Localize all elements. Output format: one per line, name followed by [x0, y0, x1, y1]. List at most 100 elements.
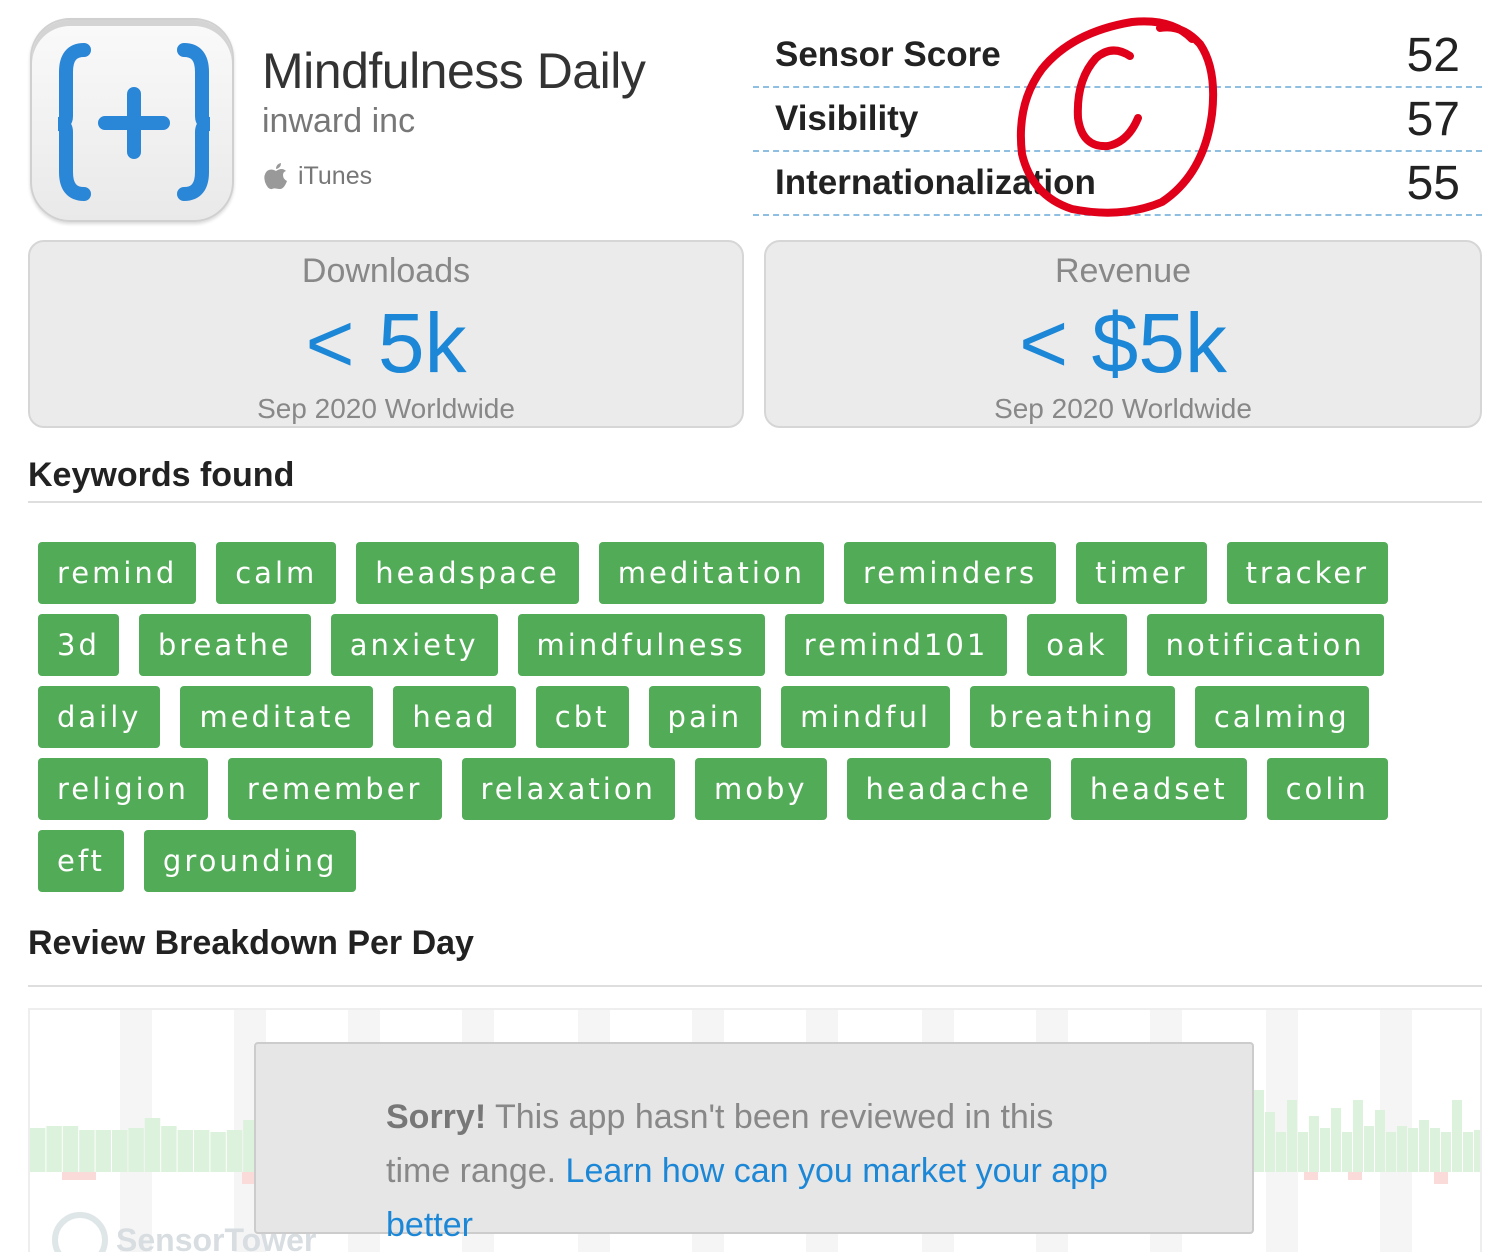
chart-bar — [177, 1130, 193, 1172]
bracket-plus-icon — [57, 43, 211, 201]
revenue-heading: Revenue — [1054, 252, 1192, 290]
keyword-chip[interactable]: remind101 — [784, 614, 1008, 676]
keywords-title: Keywords found — [28, 456, 295, 494]
apple-icon — [264, 163, 287, 190]
reviews-title: Review Breakdown Per Day — [28, 924, 474, 962]
revenue-value: < $5k — [1019, 296, 1227, 390]
no-reviews-notice: Sorry! This app hasn't been reviewed in … — [254, 1042, 1254, 1244]
chart-bar — [226, 1130, 243, 1172]
chart-bar — [1342, 1132, 1352, 1172]
chart-bar — [144, 1118, 161, 1172]
notice-sorry: Sorry! — [386, 1098, 487, 1136]
score-value: 52 — [1406, 28, 1460, 82]
keyword-chip[interactable]: headache — [846, 758, 1051, 820]
keyword-chip[interactable]: colin — [1266, 758, 1388, 820]
score-label: Visibility — [775, 99, 919, 138]
chart-bar — [210, 1132, 226, 1172]
score-value: 57 — [1406, 92, 1460, 146]
score-row-visibility: Visibility 57 — [753, 88, 1482, 152]
score-label: Internationalization — [775, 163, 1096, 202]
downloads-period: Sep 2020 Worldwide — [257, 393, 515, 424]
chart-bar — [46, 1126, 62, 1172]
downloads-card: Downloads < 5k Sep 2020 Worldwide — [28, 240, 744, 428]
keyword-chip[interactable]: headspace — [356, 542, 579, 604]
scores-panel: Sensor Score 52 Visibility 57 Internatio… — [753, 24, 1482, 216]
chart-bar — [161, 1126, 177, 1172]
downloads-value: < 5k — [305, 296, 467, 390]
keyword-chip[interactable]: notification — [1146, 614, 1384, 676]
keyword-chip[interactable]: tracker — [1226, 542, 1389, 604]
chart-negative-bar — [242, 1172, 254, 1184]
keyword-chip[interactable]: moby — [694, 758, 827, 820]
chart-bar — [1430, 1128, 1440, 1172]
chart-bar — [1309, 1116, 1319, 1172]
chart-bar — [128, 1128, 144, 1172]
chart-bar — [1254, 1090, 1264, 1172]
chart-bar — [112, 1130, 128, 1172]
chart-bar — [1419, 1120, 1429, 1172]
keyword-chip[interactable]: headset — [1070, 758, 1247, 820]
downloads-heading: Downloads — [301, 252, 471, 290]
chart-bar — [1452, 1100, 1462, 1172]
keyword-chip[interactable]: 3d — [38, 614, 119, 676]
chart-negative-bar — [1348, 1172, 1362, 1180]
chart-bar — [1364, 1126, 1374, 1172]
chart-bar — [1353, 1100, 1363, 1172]
keyword-chip[interactable]: anxiety — [330, 614, 498, 676]
chart-negative-bar — [1304, 1172, 1318, 1180]
keyword-chip[interactable]: grounding — [143, 830, 357, 892]
chart-bar — [79, 1130, 95, 1172]
sensortower-logo-icon — [52, 1212, 108, 1252]
chart-bar — [1331, 1108, 1341, 1172]
store-label: iTunes — [262, 160, 372, 192]
keyword-chip[interactable]: daily — [38, 686, 161, 748]
keyword-chip[interactable]: religion — [38, 758, 208, 820]
chart-bar — [1265, 1112, 1275, 1172]
chart-bar — [1298, 1132, 1308, 1172]
keyword-chip[interactable]: mindful — [781, 686, 950, 748]
chart-negative-bar — [1434, 1172, 1448, 1184]
keyword-chip[interactable]: eft — [38, 830, 124, 892]
chart-bar — [1375, 1110, 1385, 1172]
keyword-chip[interactable]: cbt — [535, 686, 629, 748]
keyword-chip[interactable]: breathing — [969, 686, 1175, 748]
score-label: Sensor Score — [775, 35, 1001, 74]
divider — [28, 985, 1482, 987]
chart-bar — [30, 1128, 46, 1172]
keyword-chip[interactable]: meditate — [180, 686, 374, 748]
chart-bar — [95, 1130, 111, 1172]
chart-bar — [1320, 1128, 1330, 1172]
app-icon — [30, 18, 234, 222]
chart-bar — [62, 1126, 79, 1172]
keyword-chip[interactable]: calm — [216, 542, 337, 604]
keyword-chip[interactable]: calming — [1194, 686, 1369, 748]
chart-bar — [1474, 1130, 1480, 1172]
app-developer[interactable]: inward inc — [262, 102, 415, 141]
keyword-chip[interactable]: head — [393, 686, 516, 748]
keyword-list: remind calm headspace meditation reminders ti… — [38, 542, 1488, 902]
divider — [28, 501, 1482, 503]
chart-bar — [1276, 1132, 1286, 1172]
keyword-chip[interactable]: reminders — [844, 542, 1057, 604]
keyword-chip[interactable]: remind — [38, 542, 197, 604]
app-title: Mindfulness Daily — [262, 43, 646, 99]
keyword-chip[interactable]: pain — [648, 686, 762, 748]
store-name: iTunes — [298, 161, 373, 190]
chart-bar — [194, 1130, 210, 1172]
keyword-chip[interactable]: meditation — [598, 542, 824, 604]
keyword-chip[interactable]: breathe — [138, 614, 311, 676]
keyword-chip[interactable]: timer — [1076, 542, 1207, 604]
score-row-internationalization: Internationalization 55 — [753, 152, 1482, 216]
keyword-chip[interactable]: oak — [1027, 614, 1127, 676]
chart-bar — [1397, 1126, 1407, 1172]
keyword-chip[interactable]: remember — [227, 758, 442, 820]
revenue-period: Sep 2020 Worldwide — [994, 393, 1252, 424]
chart-bar — [1463, 1132, 1473, 1172]
chart-bar — [1386, 1132, 1396, 1172]
score-row-sensor: Sensor Score 52 — [753, 24, 1482, 88]
revenue-card: Revenue < $5k Sep 2020 Worldwide — [764, 240, 1482, 428]
keyword-chip[interactable]: mindfulness — [517, 614, 765, 676]
chart-bar — [1287, 1100, 1297, 1172]
chart-negative-bar — [62, 1172, 96, 1180]
keyword-chip[interactable]: relaxation — [461, 758, 675, 820]
